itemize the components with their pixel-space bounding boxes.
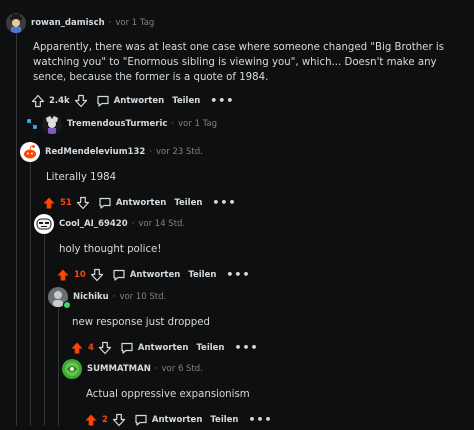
comment-actions: 51 Antworten Teilen ••• <box>42 193 466 213</box>
comment-author[interactable]: RedMendelevium132 <box>45 147 145 157</box>
comment-body: Actual oppressive expansionism <box>86 389 250 400</box>
share-label: Teilen <box>174 198 203 208</box>
arrow-up-icon[interactable] <box>42 196 56 210</box>
comment-header: TremendousTurmeric · vor 1 Tag <box>26 112 466 136</box>
comment-bubble-icon <box>97 95 109 107</box>
comment-timestamp[interactable]: vor 6 Std. <box>162 364 203 374</box>
reply-button[interactable]: Antworten <box>96 94 164 108</box>
comment-header: rowan_damisch · vor 1 Tag <box>6 11 468 35</box>
more-horizontal-icon[interactable]: ••• <box>210 95 234 106</box>
reply-label: Antworten <box>113 96 165 106</box>
comment-header: RedMendelevium132 · vor 23 Std. <box>20 140 466 164</box>
reply-button[interactable]: Antworten <box>120 341 188 355</box>
comment: rowan_damisch · vor 1 Tag Apparently, th… <box>6 11 468 111</box>
avatar[interactable] <box>34 214 54 234</box>
vote-count: 2 <box>102 415 108 425</box>
reply-label: Antworten <box>129 270 181 280</box>
comment-bubble-icon <box>135 414 147 426</box>
share-button[interactable]: Teilen <box>210 415 238 425</box>
share-button[interactable]: Teilen <box>196 343 224 353</box>
more-horizontal-icon[interactable]: ••• <box>212 197 236 208</box>
arrow-down-icon[interactable] <box>112 413 126 427</box>
more-horizontal-icon[interactable]: ••• <box>234 342 258 353</box>
comment-body: new response just dropped <box>72 317 210 328</box>
more-horizontal-icon[interactable]: ••• <box>226 269 250 280</box>
comment-actions: 4 Antworten Teilen ••• <box>70 338 466 358</box>
separator-dot: · <box>108 18 112 28</box>
vote-count: 2.4k <box>49 96 70 106</box>
separator-dot: · <box>112 292 116 302</box>
separator-dot: · <box>131 219 135 229</box>
expand-icon[interactable] <box>26 118 38 130</box>
comment-header: SUMMATMAN · vor 6 Std. <box>62 357 466 381</box>
comment-timestamp[interactable]: vor 23 Std. <box>156 147 203 157</box>
reply-button[interactable]: Antworten <box>112 268 180 282</box>
share-button[interactable]: Teilen <box>172 96 200 106</box>
comment-author[interactable]: rowan_damisch <box>31 18 105 28</box>
comment: RedMendelevium132 · vor 23 Std. Literall… <box>20 140 466 213</box>
share-button[interactable]: Teilen <box>188 270 216 280</box>
vote-count: 10 <box>74 270 86 280</box>
comment-bubble-icon <box>99 197 111 209</box>
vote-count: 51 <box>60 198 72 208</box>
arrow-down-icon[interactable] <box>74 94 88 108</box>
comment-header: Cool_AI_69420 · vor 14 Std. <box>34 212 466 236</box>
more-horizontal-icon[interactable]: ••• <box>248 414 272 425</box>
avatar[interactable] <box>42 114 62 134</box>
separator-dot: · <box>171 119 175 129</box>
comment-header: Nichiku · vor 10 Std. <box>48 285 466 309</box>
comment-body: Literally 1984 <box>46 172 117 183</box>
comment-body: holy thought police! <box>59 244 162 255</box>
arrow-up-icon[interactable] <box>84 413 98 427</box>
comment-actions: 10 Antworten Teilen ••• <box>56 265 466 285</box>
comment: Nichiku · vor 10 Std. new response just … <box>48 285 466 358</box>
share-label: Teilen <box>172 96 201 106</box>
arrow-up-icon[interactable] <box>31 94 45 108</box>
comment-timestamp[interactable]: vor 14 Std. <box>138 219 185 229</box>
avatar[interactable] <box>20 142 40 162</box>
avatar[interactable] <box>6 13 26 33</box>
avatar[interactable] <box>62 359 82 379</box>
separator-dot: · <box>154 364 158 374</box>
comment-author[interactable]: Nichiku <box>73 292 109 302</box>
share-label: Teilen <box>196 343 225 353</box>
online-status-indicator <box>63 301 71 309</box>
comment-bubble-icon <box>113 269 125 281</box>
comment: Cool_AI_69420 · vor 14 Std. holy thought… <box>34 212 466 285</box>
reply-label: Antworten <box>151 415 203 425</box>
comment-timestamp[interactable]: vor 1 Tag <box>115 18 154 28</box>
comment-body: Apparently, there was at least one case … <box>33 42 445 83</box>
arrow-down-icon[interactable] <box>98 341 112 355</box>
share-button[interactable]: Teilen <box>174 198 202 208</box>
comment-author[interactable]: Cool_AI_69420 <box>59 219 128 229</box>
arrow-up-icon[interactable] <box>70 341 84 355</box>
reply-button[interactable]: Antworten <box>98 196 166 210</box>
comment-thread: rowan_damisch · vor 1 Tag Apparently, th… <box>0 0 474 427</box>
separator-dot: · <box>149 147 153 157</box>
arrow-up-icon[interactable] <box>56 268 70 282</box>
comment-bubble-icon <box>121 342 133 354</box>
comment-timestamp[interactable]: vor 1 Tag <box>178 119 217 129</box>
reply-button[interactable]: Antworten <box>134 413 202 427</box>
comment-author[interactable]: TremendousTurmeric <box>67 119 167 129</box>
share-label: Teilen <box>210 415 239 425</box>
comment-actions: 2.4k Antworten Teilen ••• <box>31 91 468 111</box>
share-label: Teilen <box>188 270 217 280</box>
comment-author[interactable]: SUMMATMAN <box>87 364 151 374</box>
vote-count: 4 <box>88 343 94 353</box>
comment: SUMMATMAN · vor 6 Std. Actual oppressive… <box>62 357 466 430</box>
arrow-down-icon[interactable] <box>90 268 104 282</box>
comment-timestamp[interactable]: vor 10 Std. <box>119 292 166 302</box>
reply-label: Antworten <box>115 198 167 208</box>
comment-actions: 2 Antworten Teilen ••• <box>84 410 466 430</box>
comment-collapsed: TremendousTurmeric · vor 1 Tag <box>26 112 466 136</box>
reply-label: Antworten <box>137 343 189 353</box>
arrow-down-icon[interactable] <box>76 196 90 210</box>
